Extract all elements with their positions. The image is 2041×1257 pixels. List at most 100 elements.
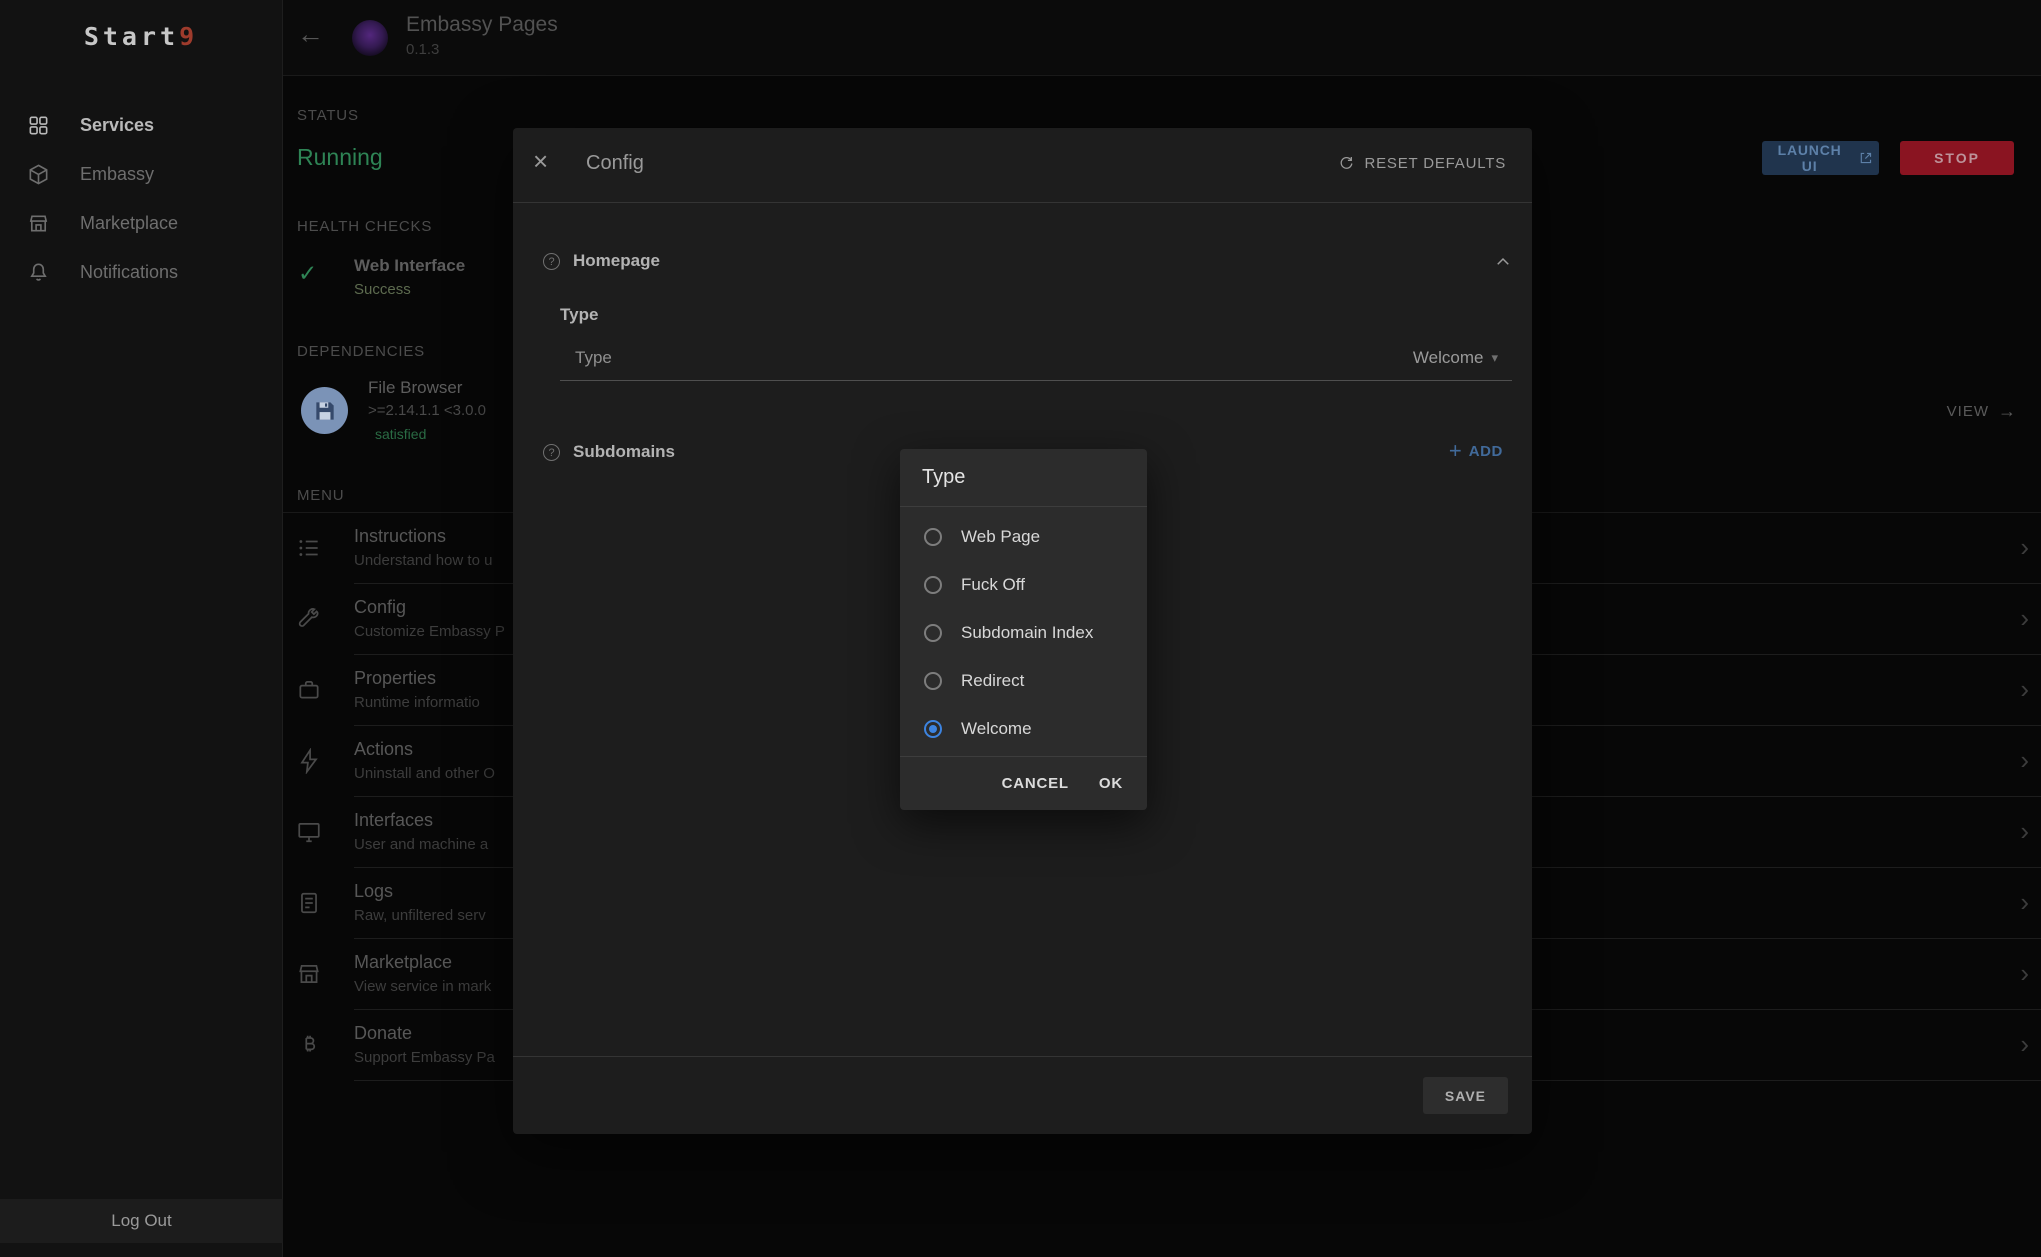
homepage-section-header: Homepage: [513, 245, 1532, 279]
dependency-name: File Browser: [368, 378, 462, 398]
homepage-section-title: Homepage: [573, 251, 660, 271]
page-title: Embassy Pages: [406, 13, 558, 37]
menu-section-label: MENU: [297, 487, 344, 504]
health-section-label: HEALTH CHECKS: [297, 218, 432, 235]
config-modal-footer: SAVE: [513, 1056, 1532, 1134]
radio-option-subdomain-index[interactable]: Subdomain Index: [900, 609, 1147, 657]
help-icon[interactable]: [543, 444, 560, 461]
close-icon[interactable]: [533, 148, 548, 174]
health-check-status: Success: [354, 281, 411, 298]
title-block: Embassy Pages 0.1.3: [406, 13, 558, 58]
logo-text: Start: [84, 22, 179, 51]
reset-defaults-button[interactable]: RESET DEFAULTS: [1338, 155, 1506, 172]
logout-button[interactable]: Log Out: [0, 1199, 283, 1243]
grid-icon: [27, 114, 50, 137]
sidebar-item-label: Marketplace: [80, 213, 178, 234]
type-select[interactable]: Welcome: [1413, 348, 1498, 368]
caret-down-icon: [1491, 350, 1498, 366]
sidebar-nav: Services Embassy Marketplace Notificatio…: [0, 101, 282, 297]
flash-icon: [296, 748, 322, 774]
file-browser-avatar: [301, 387, 348, 434]
chevron-forward-icon: [2020, 1010, 2029, 1081]
app-version: 0.1.3: [406, 41, 558, 58]
reset-defaults-label: RESET DEFAULTS: [1364, 155, 1506, 172]
subdomains-section-title: Subdomains: [573, 442, 675, 462]
health-check-name: Web Interface: [354, 256, 465, 276]
chevron-forward-icon: [2020, 868, 2029, 939]
add-subdomain-button[interactable]: ADD: [1449, 440, 1503, 462]
type-options-list: Web Page Fuck Off Subdomain Index Redire…: [900, 507, 1147, 753]
type-dialog-title: Type: [922, 466, 965, 489]
radio-icon: [924, 720, 942, 738]
sidebar-item-embassy[interactable]: Embassy: [0, 150, 282, 199]
radio-option-welcome[interactable]: Welcome: [900, 705, 1147, 753]
storefront-icon: [27, 212, 50, 235]
external-link-icon: [1859, 151, 1873, 165]
bell-icon: [27, 261, 50, 284]
sidebar-item-label: Services: [80, 115, 154, 136]
view-dependency-link[interactable]: VIEW: [1947, 401, 2017, 422]
storefront-icon: [296, 961, 322, 987]
list-icon: [296, 535, 322, 561]
save-button[interactable]: SAVE: [1423, 1077, 1508, 1114]
status-section-label: STATUS: [297, 107, 359, 124]
stop-button[interactable]: STOP: [1900, 141, 2014, 175]
type-dialog-header: Type: [900, 449, 1147, 507]
ok-button[interactable]: OK: [1087, 767, 1135, 800]
chevron-forward-icon: [2020, 939, 2029, 1010]
sidebar: Start9 Services Embassy Marketplace Noti…: [0, 0, 283, 1257]
type-dialog-footer: CANCEL OK: [900, 756, 1147, 810]
type-field-label: Type: [575, 348, 612, 368]
sidebar-item-notifications[interactable]: Notifications: [0, 248, 282, 297]
floppy-disk-icon: [312, 398, 338, 424]
dependencies-section-label: DEPENDENCIES: [297, 343, 425, 360]
chevron-forward-icon: [2020, 584, 2029, 655]
sidebar-item-marketplace[interactable]: Marketplace: [0, 199, 282, 248]
config-modal-title: Config: [586, 152, 644, 175]
radio-icon: [924, 528, 942, 546]
view-label: VIEW: [1947, 403, 1989, 420]
radio-option-fuck-off[interactable]: Fuck Off: [900, 561, 1147, 609]
radio-icon: [924, 624, 942, 642]
dependency-version-range: >=2.14.1.1 <3.0.0: [368, 402, 486, 419]
start9-logo: Start9: [0, 22, 282, 51]
sidebar-item-services[interactable]: Services: [0, 101, 282, 150]
type-select-dialog: Type Web Page Fuck Off Subdomain Index R…: [900, 449, 1147, 810]
briefcase-icon: [296, 677, 322, 703]
dependency-status: satisfied: [375, 426, 426, 442]
embassy-pages-app-icon: [352, 20, 388, 56]
chevron-forward-icon: [2020, 513, 2029, 584]
launch-ui-label: LAUNCH UI: [1768, 142, 1851, 174]
cube-icon: [27, 163, 50, 186]
radio-option-web-page[interactable]: Web Page: [900, 513, 1147, 561]
add-label: ADD: [1469, 443, 1503, 460]
checkmark-icon: [298, 262, 317, 285]
stop-label: STOP: [1934, 150, 1980, 166]
field-underline: [560, 380, 1512, 381]
document-icon: [296, 890, 322, 916]
plus-icon: [1449, 440, 1462, 462]
page-toolbar: Embassy Pages 0.1.3: [283, 0, 2041, 76]
status-value: Running: [297, 144, 383, 171]
refresh-icon: [1338, 155, 1355, 172]
cancel-button[interactable]: CANCEL: [990, 767, 1081, 800]
bitcoin-icon: [296, 1032, 322, 1058]
tools-icon: [296, 606, 322, 632]
config-modal-header: Config RESET DEFAULTS: [513, 128, 1532, 203]
back-button[interactable]: [297, 21, 324, 48]
chevron-forward-icon: [2020, 726, 2029, 797]
radio-option-redirect[interactable]: Redirect: [900, 657, 1147, 705]
sidebar-item-label: Notifications: [80, 262, 178, 283]
arrow-forward-icon: [1998, 401, 2017, 422]
sidebar-item-label: Embassy: [80, 164, 154, 185]
radio-icon: [924, 576, 942, 594]
radio-icon: [924, 672, 942, 690]
logo-accent: 9: [179, 22, 198, 51]
type-select-value: Welcome: [1413, 348, 1484, 368]
launch-ui-button[interactable]: LAUNCH UI: [1762, 141, 1879, 175]
desktop-icon: [296, 819, 322, 845]
chevron-up-icon[interactable]: [1494, 253, 1512, 271]
chevron-forward-icon: [2020, 655, 2029, 726]
help-icon[interactable]: [543, 253, 560, 270]
chevron-forward-icon: [2020, 797, 2029, 868]
